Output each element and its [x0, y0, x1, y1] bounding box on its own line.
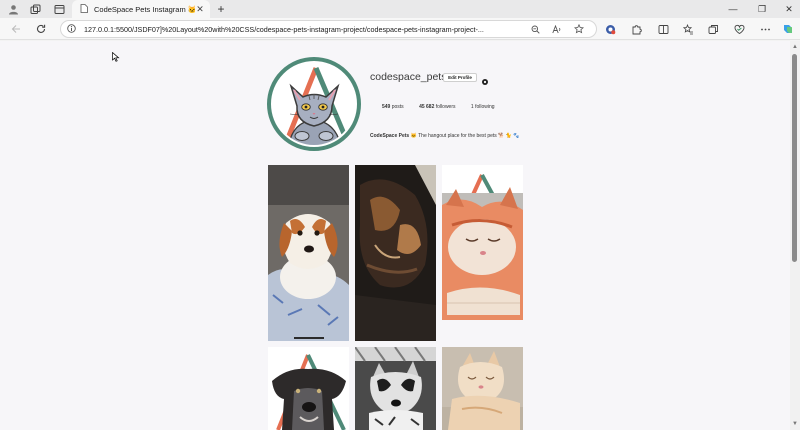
new-tab-button[interactable]: + — [214, 2, 228, 16]
settings-gear-icon[interactable] — [481, 73, 489, 85]
photo-cream-cat[interactable] — [442, 347, 523, 430]
photo-sleeping-orange-cat[interactable] — [442, 165, 523, 320]
workspaces-icon[interactable] — [29, 3, 41, 15]
maximize-button[interactable]: ❐ — [755, 2, 769, 16]
refresh-icon[interactable] — [34, 22, 48, 36]
info-icon[interactable] — [67, 20, 76, 38]
tab-close-icon[interactable]: ✕ — [195, 4, 205, 15]
shield-icon[interactable] — [603, 22, 617, 36]
mouse-cursor-icon — [112, 49, 120, 62]
profile-avatar[interactable] — [266, 56, 362, 152]
profile-username: codespace_pets — [370, 71, 447, 83]
copilot-icon[interactable] — [781, 22, 795, 36]
close-window-button[interactable]: ✕ — [782, 2, 796, 16]
followers-stat[interactable]: 45 682 followers — [419, 104, 455, 110]
photo-black-white-dog[interactable] — [355, 347, 436, 430]
scroll-up-icon[interactable]: ▲ — [791, 43, 799, 51]
url-text[interactable]: 127.0.0.1:5500/JSDF07]%20Layout%20with%2… — [84, 25, 512, 34]
tab-active[interactable]: CodeSpace Pets Instagram 🐱 ✕ — [72, 0, 210, 18]
edit-profile-button[interactable]: Edit Profile — [443, 73, 477, 82]
tab-title: CodeSpace Pets Instagram 🐱 — [94, 4, 195, 14]
browser-toolbar: 127.0.0.1:5500/JSDF07]%20Layout%20with%2… — [0, 18, 800, 40]
favorites-icon[interactable] — [681, 22, 695, 36]
split-screen-icon[interactable] — [656, 22, 670, 36]
back-icon[interactable] — [9, 22, 23, 36]
profile-bio: CodeSpace Pets 🐱 The hangout place for t… — [370, 133, 520, 139]
bio-name: CodeSpace Pets 🐱 — [370, 133, 417, 139]
page-viewport: codespace_pets Edit Profile 549 posts 45… — [0, 41, 790, 430]
minimize-button[interactable]: — — [726, 2, 740, 16]
profile-icon[interactable] — [7, 3, 19, 15]
more-icon[interactable] — [758, 22, 772, 36]
page-scrollbar-thumb[interactable] — [792, 54, 797, 262]
read-aloud-icon[interactable] — [551, 23, 563, 35]
address-bar[interactable]: 127.0.0.1:5500/JSDF07]%20Layout%20with%2… — [60, 20, 597, 38]
tab-actions-icon[interactable] — [53, 3, 65, 15]
favorite-star-icon[interactable] — [573, 23, 585, 35]
tab-strip: CodeSpace Pets Instagram 🐱 ✕ + — ❐ ✕ — [0, 0, 800, 18]
page-icon — [80, 0, 88, 18]
bio-text: The hangout place for the best pets 🐕 🐈 … — [418, 133, 520, 139]
photo-puppy[interactable] — [268, 165, 349, 341]
photo-dark-dog[interactable] — [268, 347, 349, 430]
zoom-icon[interactable] — [529, 23, 541, 35]
scroll-down-icon[interactable]: ▼ — [791, 420, 799, 428]
posts-stat: 549 posts — [382, 104, 404, 110]
extensions-icon[interactable] — [629, 22, 643, 36]
profile-stats: 549 posts 45 682 followers 1 following — [382, 104, 509, 110]
browser-essentials-icon[interactable] — [732, 22, 746, 36]
photo-tortoiseshell-cat[interactable] — [355, 165, 436, 341]
following-stat[interactable]: 1 following — [471, 104, 495, 110]
collections-icon[interactable] — [706, 22, 720, 36]
